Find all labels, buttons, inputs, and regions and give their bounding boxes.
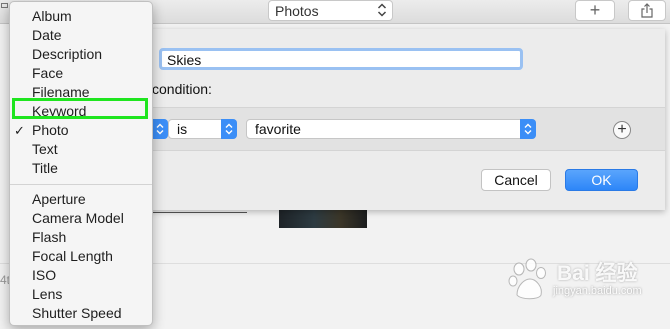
library-select-label: Photos bbox=[275, 3, 319, 19]
keyword-highlight-box bbox=[12, 98, 148, 119]
photo-thumbnail[interactable] bbox=[279, 210, 367, 228]
menu-item-description[interactable]: Description bbox=[32, 46, 102, 62]
sidebar-icon[interactable] bbox=[1, 3, 8, 8]
share-button[interactable] bbox=[628, 0, 666, 21]
smart-album-sheet: Skies condition: is favorite + Cancel OK bbox=[140, 29, 665, 210]
operator-value: is bbox=[177, 121, 188, 137]
divider bbox=[152, 212, 247, 213]
menu-item-photo[interactable]: Photo bbox=[32, 122, 69, 138]
checkmark-icon: ✓ bbox=[14, 123, 25, 138]
add-condition-button[interactable]: + bbox=[613, 121, 631, 139]
value-popup[interactable]: favorite bbox=[246, 119, 536, 139]
condition-row: is favorite + bbox=[140, 107, 665, 151]
field-dropdown-menu: Album Date Description Face Filename Key… bbox=[9, 1, 153, 326]
menu-separator bbox=[10, 184, 152, 185]
menu-item-date[interactable]: Date bbox=[32, 27, 62, 43]
popup-arrows-icon bbox=[520, 119, 536, 139]
operator-popup[interactable]: is bbox=[168, 119, 237, 139]
album-name-field[interactable]: Skies bbox=[159, 48, 523, 70]
menu-item-shutter-speed[interactable]: Shutter Speed bbox=[32, 305, 122, 321]
popup-arrows-icon bbox=[152, 119, 168, 139]
popup-arrows-icon bbox=[221, 119, 237, 139]
paw-logo-icon bbox=[508, 258, 546, 300]
plus-icon: + bbox=[617, 121, 627, 138]
ok-button[interactable]: OK bbox=[565, 169, 638, 191]
menu-item-title[interactable]: Title bbox=[32, 160, 58, 176]
cancel-button[interactable]: Cancel bbox=[481, 169, 551, 191]
condition-value: favorite bbox=[255, 121, 301, 137]
baidu-watermark: Bai 经验 jingyan.baidu.com bbox=[505, 255, 665, 329]
menu-item-text[interactable]: Text bbox=[32, 141, 58, 157]
menu-item-aperture[interactable]: Aperture bbox=[32, 191, 86, 207]
menu-item-iso[interactable]: ISO bbox=[32, 267, 56, 283]
menu-item-face[interactable]: Face bbox=[32, 65, 63, 81]
plus-icon: + bbox=[589, 0, 601, 20]
watermark-url: jingyan.baidu.com bbox=[553, 285, 642, 297]
menu-item-camera-model[interactable]: Camera Model bbox=[32, 210, 124, 226]
menu-item-focal-length[interactable]: Focal Length bbox=[32, 248, 113, 264]
watermark-text: Bai 经验 bbox=[557, 262, 638, 285]
condition-label: condition: bbox=[152, 81, 212, 97]
up-down-arrows-icon bbox=[377, 3, 387, 17]
menu-item-lens[interactable]: Lens bbox=[32, 286, 62, 302]
menu-item-album[interactable]: Album bbox=[32, 8, 72, 24]
menu-item-flash[interactable]: Flash bbox=[32, 229, 66, 245]
add-button[interactable]: + bbox=[575, 0, 615, 21]
library-select[interactable]: Photos bbox=[268, 0, 393, 21]
share-icon bbox=[641, 3, 653, 18]
